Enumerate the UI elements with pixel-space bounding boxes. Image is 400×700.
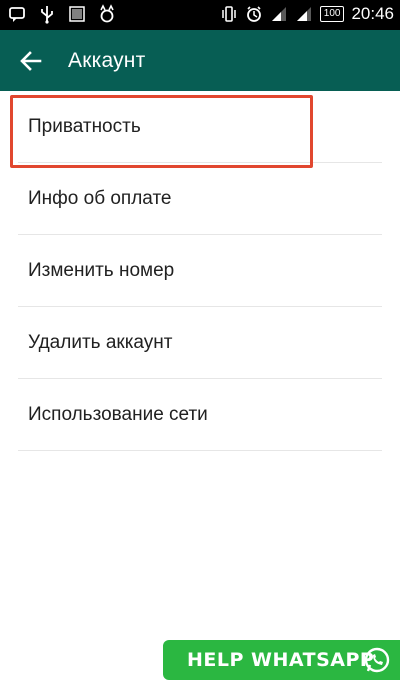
menu-item-label: Изменить номер [28,260,175,281]
app-bar: Аккаунт [0,30,400,91]
menu-item-delete-account[interactable]: Удалить аккаунт [0,307,400,379]
signal-icon [271,7,286,21]
whatsapp-logo-icon [364,647,390,673]
menu-item-label: Использование сети [28,404,208,425]
usb-icon [41,6,53,24]
menu-item-network-usage[interactable]: Использование сети [0,379,400,451]
cat-icon [100,4,114,23]
help-whatsapp-watermark: HELP WHATSAPP [163,640,400,680]
status-time: 20:46 [351,4,394,23]
menu-item-label: Удалить аккаунт [28,332,173,353]
message-icon [9,7,25,22]
signal-icon [296,7,311,21]
arrow-left-icon[interactable] [18,48,44,74]
page-title: Аккаунт [68,49,146,72]
menu-item-change-number[interactable]: Изменить номер [0,235,400,307]
status-bar: 100 20:46 [0,0,400,30]
divider [18,450,382,451]
status-bar-right: 100 20:46 [220,4,394,24]
watermark-text: HELP WHATSAPP [187,649,375,671]
menu-item-label: Инфо об оплате [28,188,172,209]
status-bar-left [8,4,116,24]
alarm-icon [246,6,261,22]
battery-indicator: 100 [319,6,345,22]
barcode-icon [69,6,85,22]
menu-item-label: Приватность [28,116,141,137]
menu-item-privacy[interactable]: Приватность [0,91,400,163]
settings-list: Приватность Инфо об оплате Изменить номе… [0,91,400,451]
menu-item-payment-info[interactable]: Инфо об оплате [0,163,400,235]
vibrate-icon [222,6,236,22]
